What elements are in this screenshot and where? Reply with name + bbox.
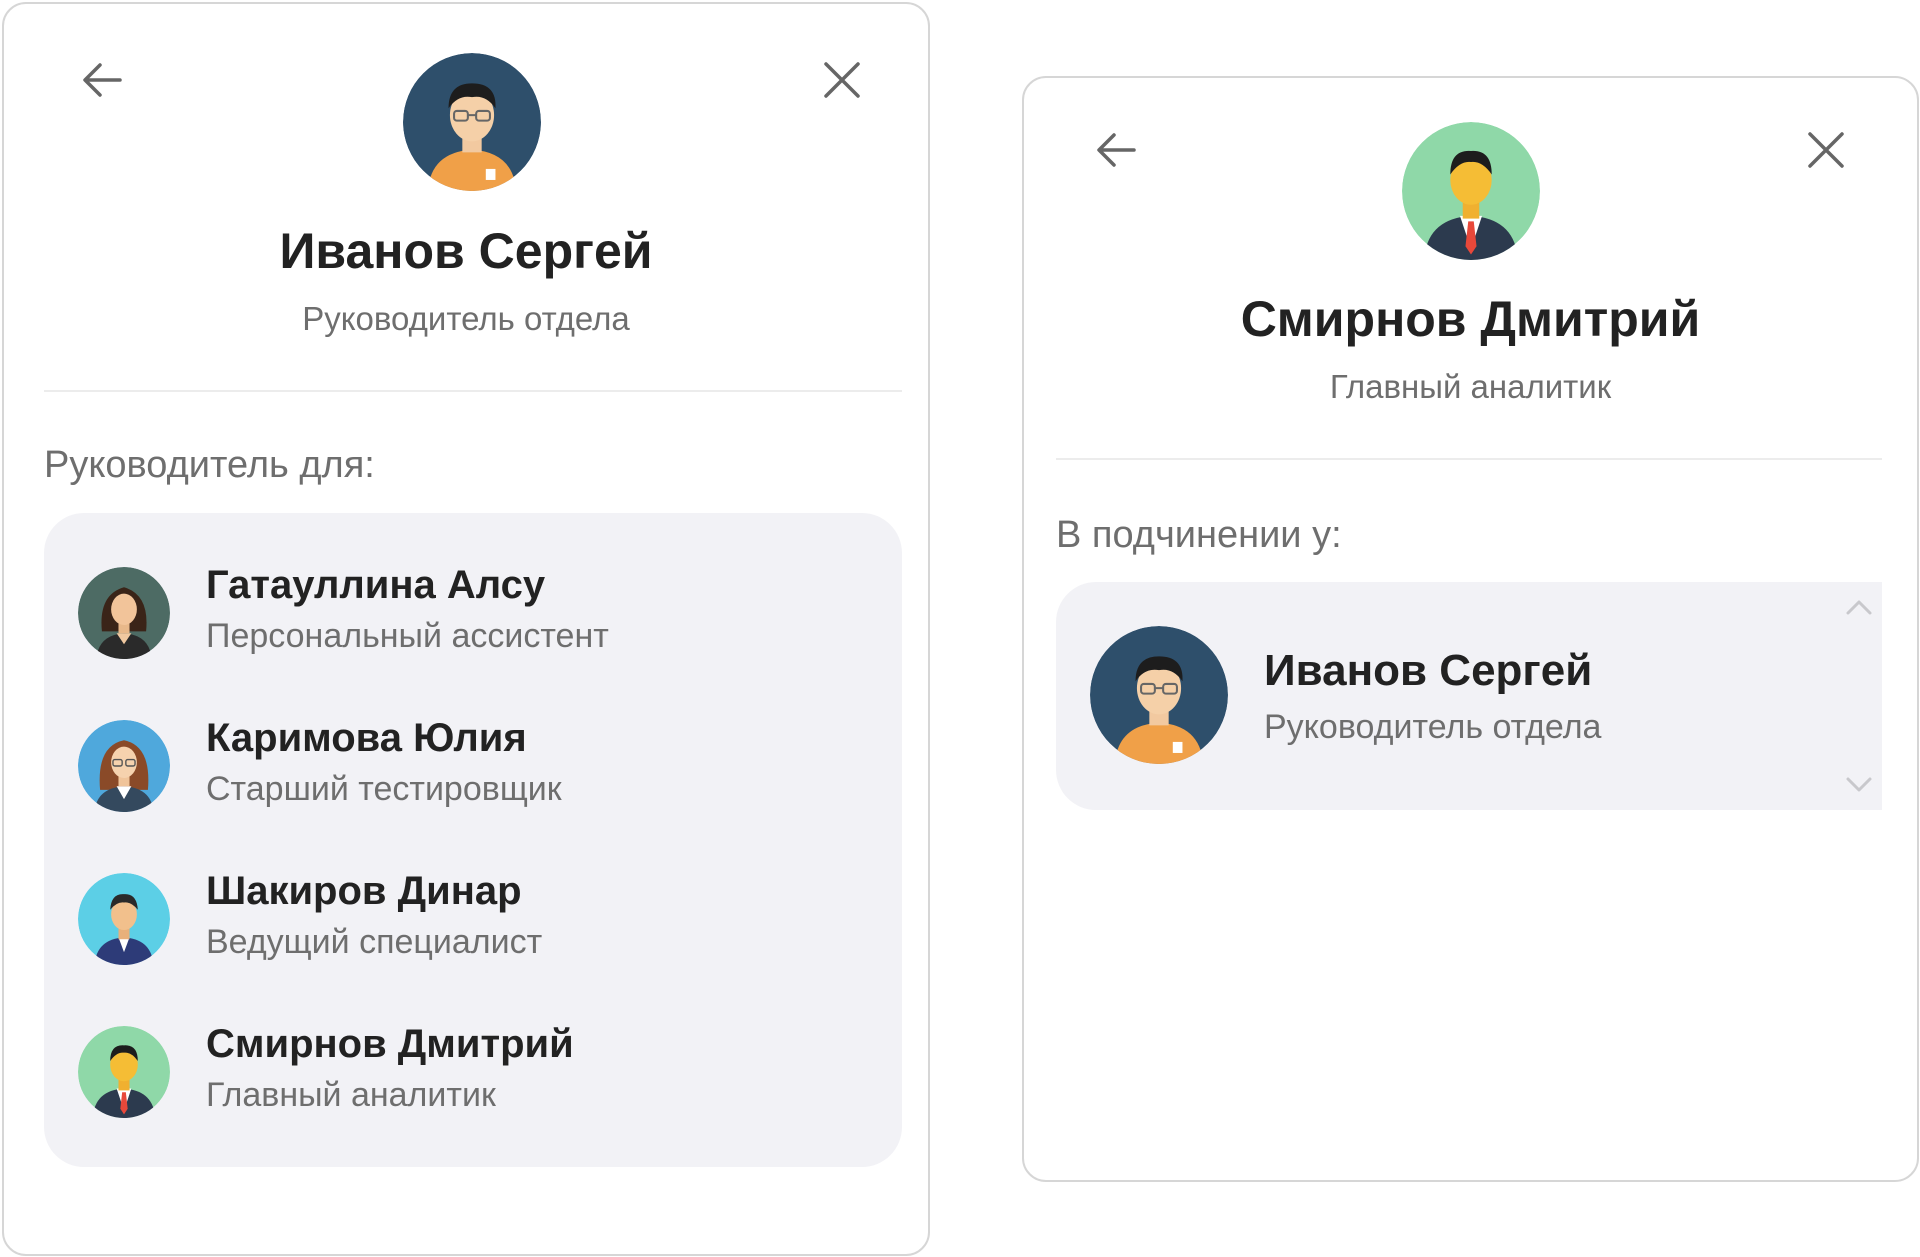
arrow-left-icon xyxy=(83,63,122,97)
list-item-name: Иванов Сергей xyxy=(1264,646,1593,695)
divider xyxy=(1056,458,1882,460)
list-item[interactable]: Иванов Сергей Руководитель отдела xyxy=(1056,626,1882,766)
female-glasses-avatar xyxy=(78,720,170,812)
divider xyxy=(44,390,902,392)
male-glasses-avatar xyxy=(403,53,541,191)
list-item[interactable]: Гатауллина Алсу Персональный ассистент xyxy=(44,553,902,693)
profile-name: Смирнов Дмитрий xyxy=(1240,291,1701,347)
profile-name: Иванов Сергей xyxy=(279,223,653,279)
list-item-role: Главный аналитик xyxy=(206,1076,496,1114)
avatar xyxy=(78,567,170,659)
list-item-name: Гатауллина Алсу xyxy=(206,563,546,607)
list-item[interactable]: Каримова Юлия Старший тестировщик xyxy=(44,706,902,846)
list-item[interactable]: Шакиров Динар Ведущий специалист xyxy=(44,859,902,999)
avatar xyxy=(78,1026,170,1118)
section-label: Руководитель для: xyxy=(44,444,375,486)
list-item-role: Старший тестировщик xyxy=(206,770,562,808)
list-item-name: Каримова Юлия xyxy=(206,716,527,760)
scroll-up-button[interactable] xyxy=(1842,592,1876,622)
section-label: В подчинении у: xyxy=(1056,514,1342,556)
list-item-role: Руководитель отдела xyxy=(1264,708,1602,746)
subordinates-list: Гатауллина Алсу Персональный ассистент К… xyxy=(44,513,902,1167)
back-button[interactable] xyxy=(1086,120,1146,180)
male-glasses-avatar xyxy=(1090,626,1228,764)
avatar xyxy=(78,873,170,965)
arrow-left-icon xyxy=(1097,133,1136,167)
list-item-name: Смирнов Дмитрий xyxy=(206,1022,574,1066)
manager-profile-card-left: Иванов Сергей Руководитель отдела Руково… xyxy=(2,2,930,1256)
scroll-down-button[interactable] xyxy=(1842,770,1876,800)
chevron-up-icon xyxy=(1846,600,1872,615)
close-button[interactable] xyxy=(812,50,872,110)
close-icon xyxy=(1808,132,1844,168)
avatar xyxy=(1402,122,1540,260)
avatar xyxy=(403,53,541,191)
avatar xyxy=(1090,626,1228,764)
employee-profile-card-right: Смирнов Дмитрий Главный аналитик В подчи… xyxy=(1022,76,1919,1182)
chevron-down-icon xyxy=(1846,777,1872,792)
male-suit-avatar xyxy=(1402,122,1540,260)
manager-list: Иванов Сергей Руководитель отдела xyxy=(1056,582,1882,810)
profile-role: Руководитель отдела xyxy=(302,300,630,337)
male-specialist-avatar xyxy=(78,873,170,965)
female-assistant-avatar xyxy=(78,567,170,659)
list-item-role: Ведущий специалист xyxy=(206,923,543,961)
list-item[interactable]: Смирнов Дмитрий Главный аналитик xyxy=(44,1012,902,1152)
profile-role: Главный аналитик xyxy=(1329,368,1612,405)
back-button[interactable] xyxy=(72,50,132,110)
male-suit-avatar xyxy=(78,1026,170,1118)
list-item-name: Шакиров Динар xyxy=(206,869,522,913)
close-button[interactable] xyxy=(1796,120,1856,180)
avatar xyxy=(78,720,170,812)
list-item-role: Персональный ассистент xyxy=(206,617,609,655)
close-icon xyxy=(824,62,860,98)
